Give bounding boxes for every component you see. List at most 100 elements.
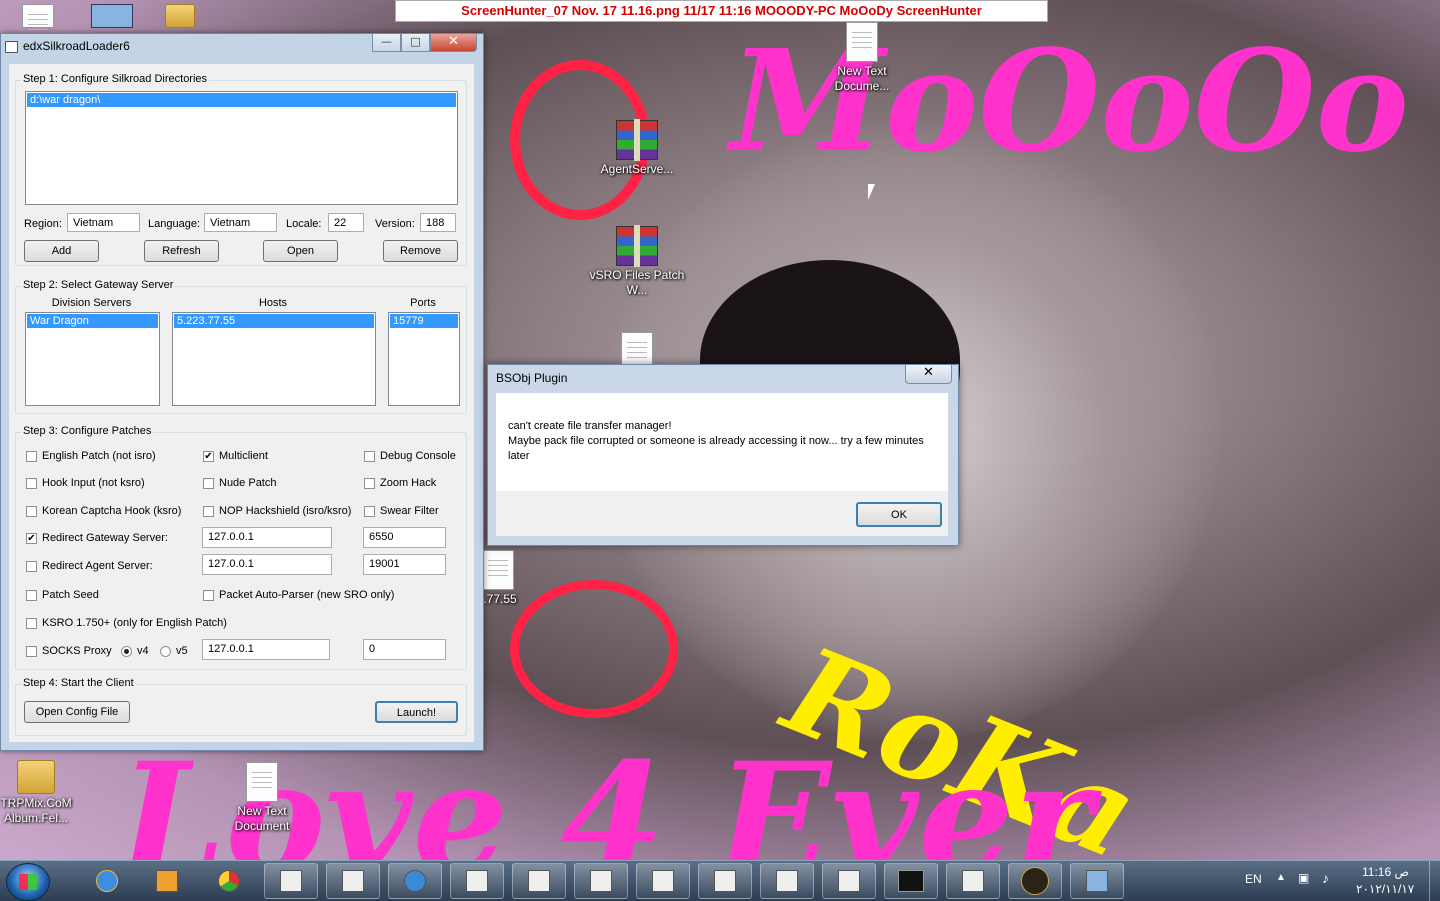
desktop-icon-new-text-document[interactable]: New Text Docume...: [814, 22, 910, 94]
redirect-gateway-checkbox[interactable]: ✔ Redirect Gateway Server:: [26, 532, 168, 544]
gateway-ip-field[interactable]: 127.0.0.1: [202, 527, 332, 548]
taskbar-app-7[interactable]: [636, 863, 690, 899]
refresh-button[interactable]: Refresh: [144, 240, 219, 262]
socks-port-field[interactable]: 0: [363, 639, 446, 660]
taskbar-app-9[interactable]: [760, 863, 814, 899]
app-icon: [5, 41, 18, 53]
english-patch-checkbox[interactable]: English Patch (not isro): [26, 450, 156, 462]
ports-list[interactable]: 15779: [388, 312, 460, 406]
ok-button[interactable]: OK: [856, 502, 942, 527]
directory-item[interactable]: d:\war dragon\: [27, 93, 456, 107]
taskbar-game-client[interactable]: [1008, 863, 1062, 899]
patch-seed-checkbox[interactable]: Patch Seed: [26, 589, 99, 601]
radio-icon: [160, 645, 171, 657]
taskbar-app-4[interactable]: [450, 863, 504, 899]
command-prompt-icon: [898, 870, 924, 892]
taskbar-screenhunter[interactable]: [1070, 863, 1124, 899]
checkbox-label: NOP Hackshield (isro/ksro): [219, 505, 352, 517]
clock-date[interactable]: ٢٠١٢/١١/١٧: [1356, 882, 1414, 896]
add-button[interactable]: Add: [24, 240, 99, 262]
version-field[interactable]: 188: [420, 213, 456, 232]
agent-ip-field[interactable]: 127.0.0.1: [202, 554, 332, 575]
taskbar-chrome[interactable]: [202, 863, 256, 899]
packet-parser-checkbox[interactable]: Packet Auto-Parser (new SRO only): [203, 589, 394, 601]
title-bar[interactable]: edxSilkroadLoader6 — □ ✕: [1, 34, 483, 59]
network-icon[interactable]: ▣: [1298, 871, 1309, 885]
gateway-port-field[interactable]: 6550: [363, 527, 446, 548]
checkbox-box: [26, 560, 37, 572]
dialog-close-button[interactable]: ✕: [905, 365, 952, 384]
hand-icon: [1086, 870, 1108, 892]
show-desktop-button[interactable]: [1429, 861, 1440, 901]
nop-hackshield-checkbox[interactable]: NOP Hackshield (isro/ksro): [203, 505, 351, 517]
checkbox-box: [203, 589, 214, 601]
remove-button[interactable]: Remove: [383, 240, 458, 262]
taskbar-app-1[interactable]: [264, 863, 318, 899]
checkbox-label: Patch Seed: [42, 589, 99, 601]
taskbar-app-2[interactable]: [326, 863, 380, 899]
swear-filter-checkbox[interactable]: Swear Filter: [364, 505, 439, 517]
desktop-icon-new-text-document-2[interactable]: New Text Document: [214, 762, 310, 834]
taskbar-media-player[interactable]: [140, 863, 194, 899]
division-servers-list[interactable]: War Dragon: [25, 312, 160, 406]
window-app-icon: [280, 870, 302, 892]
text-document-icon: [246, 762, 278, 802]
socks-proxy-checkbox[interactable]: SOCKS Proxy: [26, 645, 112, 657]
korean-captcha-checkbox[interactable]: Korean Captcha Hook (ksro): [26, 505, 181, 517]
taskbar-app-11[interactable]: [946, 863, 1000, 899]
language-field[interactable]: Vietnam: [204, 213, 277, 232]
desktop-icon-agentserver[interactable]: AgentServe...: [589, 119, 685, 177]
region-field[interactable]: Vietnam: [67, 213, 140, 232]
start-button[interactable]: [6, 863, 50, 901]
ksro-checkbox[interactable]: KSRO 1.750+ (only for English Patch): [26, 617, 227, 629]
taskbar-app-8[interactable]: [698, 863, 752, 899]
minimize-button[interactable]: —: [372, 34, 401, 52]
close-button[interactable]: ✕: [430, 34, 477, 52]
taskbar-app-6[interactable]: [574, 863, 628, 899]
division-server-item[interactable]: War Dragon: [27, 314, 158, 328]
clock-time[interactable]: 11:16 ص: [1362, 865, 1409, 879]
zoom-hack-checkbox[interactable]: Zoom Hack: [364, 477, 436, 489]
socks-ip-field[interactable]: 127.0.0.1: [202, 639, 330, 660]
window-app-icon: [714, 870, 736, 892]
socks-v5-radio[interactable]: v5: [160, 645, 188, 657]
volume-icon[interactable]: ♪: [1322, 870, 1329, 886]
desktop-icon-vsro-files[interactable]: vSRO Files Patch W...: [589, 225, 685, 298]
show-hidden-icons[interactable]: ▲: [1276, 872, 1286, 883]
redirect-agent-checkbox[interactable]: Redirect Agent Server:: [26, 560, 153, 572]
nude-patch-checkbox[interactable]: Nude Patch: [203, 477, 276, 489]
taskbar-app-5[interactable]: [512, 863, 566, 899]
taskbar-internet-explorer[interactable]: [80, 863, 134, 899]
directory-list[interactable]: d:\war dragon\: [25, 91, 458, 205]
open-config-button[interactable]: Open Config File: [24, 701, 130, 723]
taskbar-app-3[interactable]: [388, 863, 442, 899]
debug-console-checkbox[interactable]: Debug Console: [364, 450, 456, 462]
desktop-icon-label: AgentServe...: [600, 162, 674, 176]
game-client-icon: [1021, 867, 1049, 895]
hand-icon: [91, 4, 133, 28]
open-button[interactable]: Open: [263, 240, 338, 262]
multiclient-checkbox[interactable]: ✔ Multiclient: [203, 450, 268, 462]
checkbox-label: Redirect Agent Server:: [42, 560, 153, 572]
host-item[interactable]: 5.223.77.55: [174, 314, 374, 328]
text-document-icon: [482, 550, 514, 590]
launch-button[interactable]: Launch!: [375, 701, 458, 723]
hosts-list[interactable]: 5.223.77.55: [172, 312, 376, 406]
step4-group: Step 4: Start the Client Open Config Fil…: [15, 677, 467, 736]
locale-field[interactable]: 22: [328, 213, 364, 232]
dialog-message-line1: can't create file transfer manager!: [508, 420, 672, 432]
maximize-button[interactable]: □: [401, 34, 430, 52]
loader-window: edxSilkroadLoader6 — □ ✕ Step 1: Configu…: [0, 33, 484, 751]
folder-icon: [165, 4, 195, 28]
hosts-header: Hosts: [258, 297, 288, 309]
desktop-icon-trpmix[interactable]: TRPMix.CoM Album.Fel...: [0, 760, 84, 826]
language-indicator[interactable]: EN: [1245, 872, 1262, 886]
port-item[interactable]: 15779: [390, 314, 458, 328]
hook-input-checkbox[interactable]: Hook Input (not ksro): [26, 477, 145, 489]
taskbar-command-prompt[interactable]: [884, 863, 938, 899]
desktop-icon-folder[interactable]: [132, 4, 228, 30]
radio-label: v5: [176, 645, 188, 657]
agent-port-field[interactable]: 19001: [363, 554, 446, 575]
taskbar-app-10[interactable]: [822, 863, 876, 899]
socks-v4-radio[interactable]: v4: [121, 645, 149, 657]
